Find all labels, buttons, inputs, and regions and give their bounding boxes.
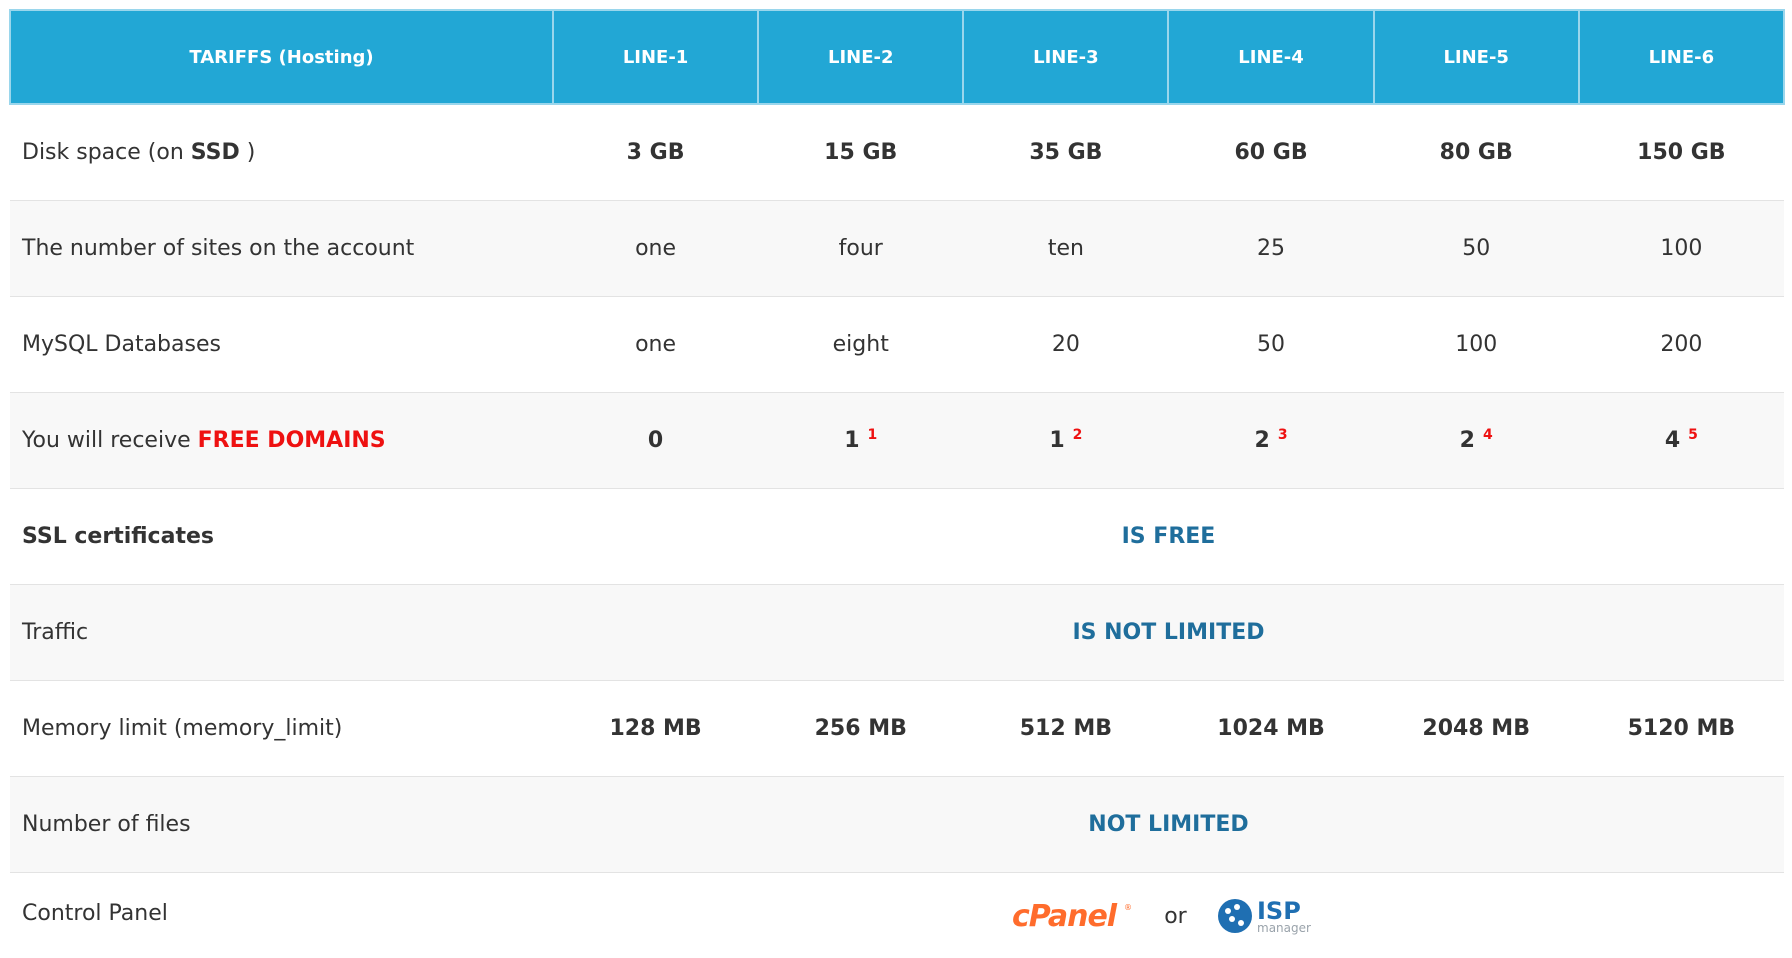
row-label-sites: The number of sites on the account: [10, 199, 553, 296]
disk-label-suffix: ): [239, 139, 256, 165]
tariffs-table-wrapper: TARIFFS (Hosting) LINE-1 LINE-2 LINE-3 L…: [9, 9, 1785, 954]
table-header-row: TARIFFS (Hosting) LINE-1 LINE-2 LINE-3 L…: [9, 9, 1785, 105]
isp-logo-circle: [1217, 899, 1252, 934]
control-panel-value: cPanel ® or ISP manager: [553, 871, 1784, 954]
memory-value-line-4: 1024 MB: [1168, 679, 1374, 776]
memory-value-line-6: 5120 MB: [1578, 679, 1784, 776]
control-panel-logos: cPanel ® or ISP manager: [1010, 895, 1327, 937]
header-line-6: LINE-6: [1577, 9, 1785, 105]
mysql-value-line-3: 20: [963, 295, 1169, 392]
domains-value-line-4: 23: [1168, 391, 1374, 488]
cpanel-logo-icon[interactable]: cPanel ®: [1010, 899, 1134, 933]
isp-logo-dot-4: [1237, 920, 1244, 927]
disk-value-line-2: 15 GB: [758, 103, 964, 200]
memory-value-line-1: 128 MB: [553, 679, 759, 776]
domains-value-line-6: 45: [1578, 391, 1784, 488]
memory-value-line-3: 512 MB: [963, 679, 1169, 776]
domains-footnote-line-3[interactable]: 2: [1073, 427, 1083, 443]
table-row-memory: Memory limit (memory_limit) 128 MB 256 M…: [10, 679, 1784, 776]
sites-value-line-1: one: [553, 199, 759, 296]
row-label-memory: Memory limit (memory_limit): [10, 679, 553, 776]
disk-label-ssd: SSD: [190, 139, 240, 165]
row-label-control-panel: Control Panel: [10, 871, 553, 954]
domains-footnote-line-4[interactable]: 3: [1278, 427, 1288, 443]
isp-logo-dot-1: [1224, 908, 1231, 915]
traffic-value: IS NOT LIMITED: [553, 583, 1784, 680]
domains-count-line-6: 4: [1664, 427, 1681, 453]
memory-value-line-2: 256 MB: [758, 679, 964, 776]
ispmanager-logo-svg: ISP manager: [1217, 897, 1311, 935]
isp-logo-dot-3: [1228, 916, 1235, 923]
table-row-mysql: MySQL Databases one eight 20 50 100 200: [10, 295, 1784, 392]
disk-label-prefix: Disk space (on: [22, 139, 191, 165]
domains-value-line-5: 24: [1373, 391, 1579, 488]
header-line-1: LINE-1: [551, 9, 760, 105]
mysql-value-line-1: one: [553, 295, 759, 392]
domains-footnote-line-5[interactable]: 4: [1483, 427, 1493, 443]
table-row-files: Number of files NOT LIMITED: [10, 775, 1784, 872]
domains-count-line-4: 2: [1254, 427, 1270, 453]
domains-value-line-2: 11: [758, 391, 964, 488]
table-row-ssl: SSL certificates IS FREE: [10, 487, 1784, 584]
header-line-5: LINE-5: [1372, 9, 1580, 105]
domains-value-line-3: 12: [963, 391, 1169, 488]
control-panel-or: or: [1164, 903, 1187, 929]
cpanel-trademark: ®: [1124, 903, 1132, 912]
row-label-traffic: Traffic: [10, 583, 553, 680]
row-label-files: Number of files: [10, 775, 553, 872]
sites-value-line-4: 25: [1168, 199, 1374, 296]
domains-label-prefix: You will receive: [22, 427, 198, 453]
mysql-value-line-5: 100: [1373, 295, 1579, 392]
domains-footnote-line-2[interactable]: 1: [868, 427, 878, 443]
header-line-3: LINE-3: [962, 9, 1170, 105]
mysql-value-line-2: eight: [758, 295, 964, 392]
domains-value-line-1: 0: [553, 391, 759, 488]
domains-count-line-5: 2: [1459, 427, 1475, 453]
isp-logo-dot-2: [1233, 904, 1240, 911]
domains-count-line-3: 1: [1049, 427, 1065, 453]
mysql-value-line-6: 200: [1578, 295, 1784, 392]
header-line-4: LINE-4: [1167, 9, 1375, 105]
header-line-2: LINE-2: [757, 9, 965, 105]
row-label-mysql: MySQL Databases: [10, 295, 553, 392]
disk-value-line-1: 3 GB: [553, 103, 759, 200]
ssl-value: IS FREE: [553, 487, 1784, 584]
header-tariffs: TARIFFS (Hosting): [9, 9, 554, 105]
disk-value-line-3: 35 GB: [963, 103, 1169, 200]
table-row-control-panel: Control Panel cPanel ® or ISP manager: [10, 871, 1784, 954]
sites-value-line-3: ten: [963, 199, 1169, 296]
table-row-sites: The number of sites on the account one f…: [10, 199, 1784, 296]
tariffs-table: TARIFFS (Hosting) LINE-1 LINE-2 LINE-3 L…: [9, 9, 1785, 954]
row-label-disk-space: Disk space (on SSD ): [10, 103, 553, 200]
domains-count-line-2: 1: [844, 427, 860, 453]
table-row-traffic: Traffic IS NOT LIMITED: [10, 583, 1784, 680]
sites-value-line-2: four: [758, 199, 964, 296]
disk-value-line-5: 80 GB: [1373, 103, 1579, 200]
memory-value-line-5: 2048 MB: [1373, 679, 1579, 776]
files-value: NOT LIMITED: [553, 775, 1784, 872]
domains-label-highlight: FREE DOMAINS: [197, 427, 386, 453]
table-row-disk-space: Disk space (on SSD ) 3 GB 15 GB 35 GB 60…: [10, 103, 1784, 200]
disk-value-line-4: 60 GB: [1168, 103, 1374, 200]
row-label-free-domains: You will receive FREE DOMAINS: [10, 391, 553, 488]
disk-value-line-6: 150 GB: [1578, 103, 1784, 200]
ispmanager-logo-icon[interactable]: ISP manager: [1217, 895, 1327, 937]
isp-logo-subtext: manager: [1257, 921, 1311, 935]
row-label-ssl: SSL certificates: [10, 487, 553, 584]
table-row-free-domains: You will receive FREE DOMAINS 0 11 12 23…: [10, 391, 1784, 488]
cpanel-logo-svg: cPanel ®: [1012, 899, 1132, 933]
domains-footnote-line-6[interactable]: 5: [1688, 427, 1698, 443]
cpanel-logo-text: cPanel: [1012, 899, 1118, 933]
domains-count-line-1: 0: [647, 427, 664, 453]
sites-value-line-6: 100: [1578, 199, 1784, 296]
mysql-value-line-4: 50: [1168, 295, 1374, 392]
sites-value-line-5: 50: [1373, 199, 1579, 296]
